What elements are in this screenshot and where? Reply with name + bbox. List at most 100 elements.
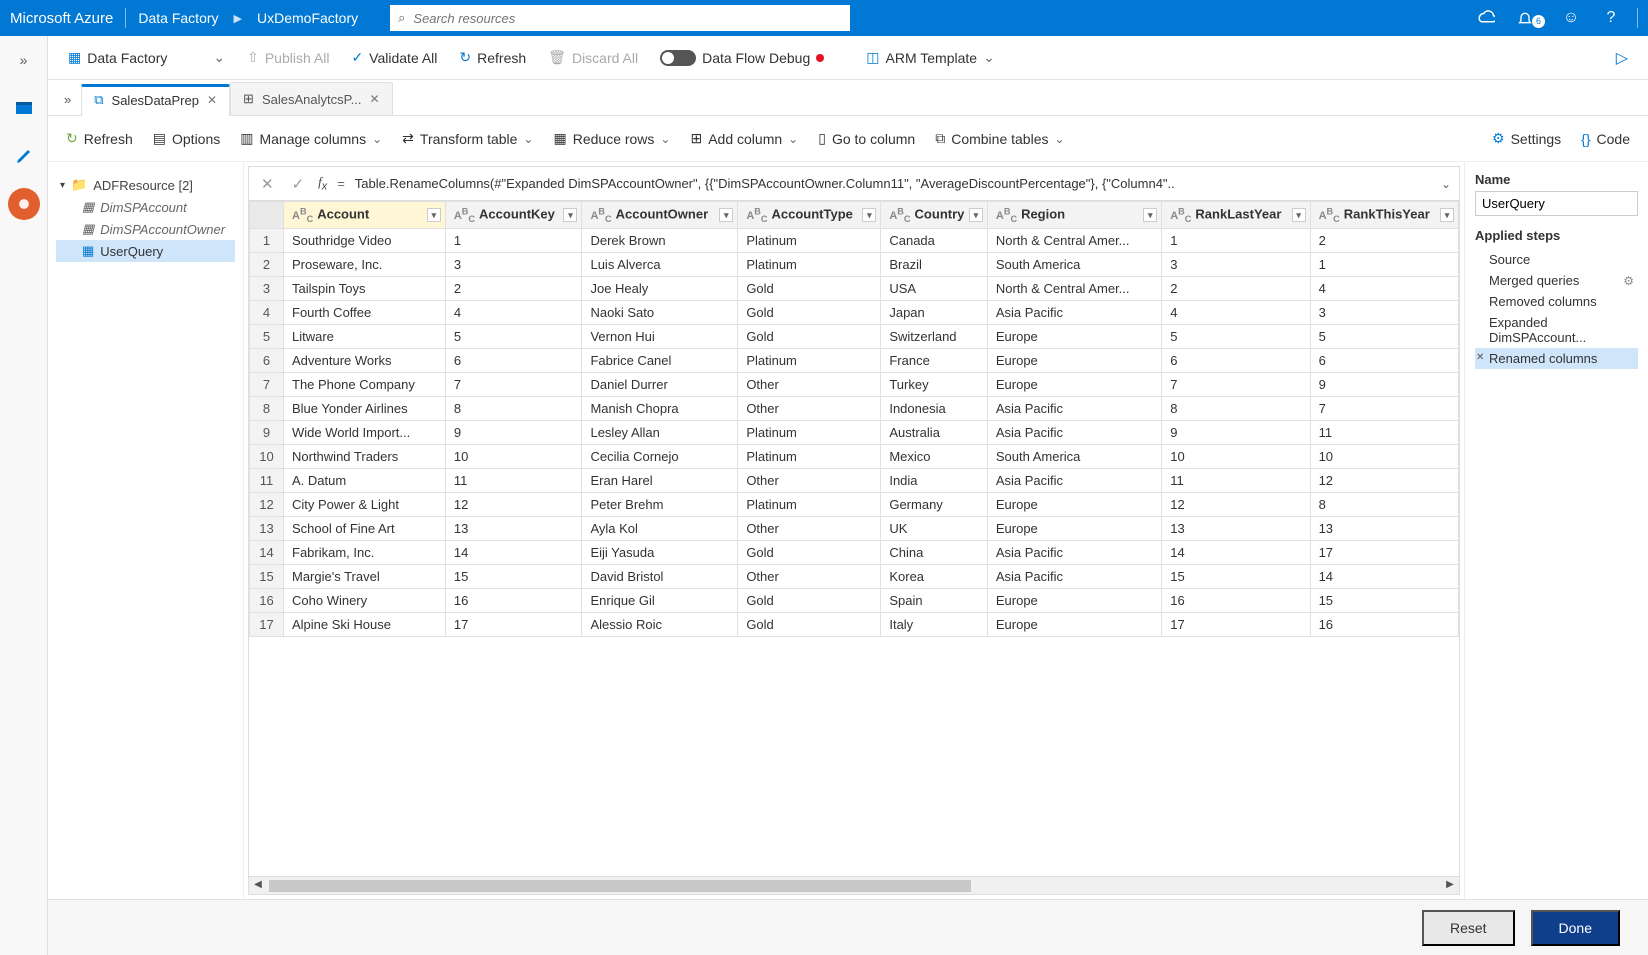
table-row[interactable]: 17Alpine Ski House17Alessio RoicGoldItal… (250, 612, 1459, 636)
cell[interactable]: 14 (1162, 540, 1310, 564)
cell[interactable]: 8 (1162, 396, 1310, 420)
search-input[interactable] (413, 11, 842, 26)
cell[interactable]: Northwind Traders (284, 444, 446, 468)
refresh-button[interactable]: ↻ Refresh (459, 49, 526, 66)
cell[interactable]: 17 (1310, 540, 1458, 564)
cell[interactable]: Wide World Import... (284, 420, 446, 444)
cell[interactable]: 4 (1162, 300, 1310, 324)
cell[interactable]: Switzerland (881, 324, 988, 348)
column-header[interactable]: ABCAccountKey▾ (445, 202, 582, 229)
cell[interactable]: 2 (1310, 228, 1458, 252)
cell[interactable]: Asia Pacific (987, 564, 1161, 588)
cell[interactable]: 15 (1310, 588, 1458, 612)
column-header[interactable]: ABCCountry▾ (881, 202, 988, 229)
cell[interactable]: Margie's Travel (284, 564, 446, 588)
cell[interactable]: Japan (881, 300, 988, 324)
cell[interactable]: Alessio Roic (582, 612, 738, 636)
row-number[interactable]: 10 (250, 444, 284, 468)
cell[interactable]: Turkey (881, 372, 988, 396)
tabs-expand-icon[interactable]: » (58, 92, 81, 115)
cell[interactable]: The Phone Company (284, 372, 446, 396)
table-row[interactable]: 12City Power & Light12Peter BrehmPlatinu… (250, 492, 1459, 516)
cell[interactable]: Indonesia (881, 396, 988, 420)
row-number[interactable]: 8 (250, 396, 284, 420)
go-to-column-button[interactable]: ▯Go to column (818, 130, 915, 147)
cell[interactable]: Europe (987, 516, 1161, 540)
cell[interactable]: Fourth Coffee (284, 300, 446, 324)
cell[interactable]: Blue Yonder Airlines (284, 396, 446, 420)
table-row[interactable]: 2Proseware, Inc.3Luis AlvercaPlatinumBra… (250, 252, 1459, 276)
cell[interactable]: Gold (738, 588, 881, 612)
cell[interactable]: 13 (1310, 516, 1458, 540)
row-number[interactable]: 13 (250, 516, 284, 540)
expand-formula-icon[interactable]: ⌄ (1441, 177, 1451, 191)
cell[interactable]: Korea (881, 564, 988, 588)
cell[interactable]: 4 (445, 300, 582, 324)
column-header[interactable]: ABCAccountType▾ (738, 202, 881, 229)
column-header[interactable]: ABCRankLastYear▾ (1162, 202, 1310, 229)
cell[interactable]: Australia (881, 420, 988, 444)
cell[interactable]: Proseware, Inc. (284, 252, 446, 276)
table-row[interactable]: 11A. Datum11Eran HarelOtherIndiaAsia Pac… (250, 468, 1459, 492)
discard-all-button[interactable]: 🗑 Discard All (548, 49, 638, 66)
row-number[interactable]: 16 (250, 588, 284, 612)
options-button[interactable]: ▤Options (153, 130, 220, 147)
cell[interactable]: 9 (445, 420, 582, 444)
cell[interactable]: 12 (1310, 468, 1458, 492)
cell[interactable]: 15 (1162, 564, 1310, 588)
cell[interactable]: Tailspin Toys (284, 276, 446, 300)
scroll-right-icon[interactable]: ▶ (1443, 879, 1457, 893)
cell[interactable]: Manish Chopra (582, 396, 738, 420)
cell[interactable]: 16 (1162, 588, 1310, 612)
cell[interactable]: Gold (738, 276, 881, 300)
cell[interactable]: 6 (445, 348, 582, 372)
cell[interactable]: 10 (1310, 444, 1458, 468)
cell[interactable]: 3 (1162, 252, 1310, 276)
tree-item-dimspaccountowner[interactable]: ▦ DimSPAccountOwner (56, 218, 235, 240)
cell[interactable]: Joe Healy (582, 276, 738, 300)
refresh-button[interactable]: ↻Refresh (66, 130, 133, 147)
manage-columns-dropdown[interactable]: ▥Manage columns (240, 130, 382, 147)
table-row[interactable]: 8Blue Yonder Airlines8Manish ChopraOther… (250, 396, 1459, 420)
cell[interactable]: UK (881, 516, 988, 540)
help-icon[interactable]: ? (1597, 9, 1625, 27)
debug-run-button[interactable]: ▷ (1616, 48, 1628, 68)
filter-icon[interactable]: ▾ (1143, 208, 1157, 222)
cell[interactable]: 3 (445, 252, 582, 276)
filter-icon[interactable]: ▾ (427, 208, 441, 222)
cell[interactable]: 1 (445, 228, 582, 252)
cell[interactable]: Naoki Sato (582, 300, 738, 324)
cell[interactable]: North & Central Amer... (987, 276, 1161, 300)
filter-icon[interactable]: ▾ (862, 208, 876, 222)
cell[interactable]: 6 (1310, 348, 1458, 372)
cell[interactable]: South America (987, 252, 1161, 276)
expand-rail-icon[interactable]: » (8, 44, 40, 76)
cell[interactable]: 7 (1310, 396, 1458, 420)
horizontal-scrollbar[interactable]: ◀ ▶ (249, 876, 1459, 894)
filter-icon[interactable]: ▾ (969, 208, 983, 222)
cell[interactable]: 3 (1310, 300, 1458, 324)
cell[interactable]: South America (987, 444, 1161, 468)
cell[interactable]: Gold (738, 612, 881, 636)
table-row[interactable]: 1Southridge Video1Derek BrownPlatinumCan… (250, 228, 1459, 252)
cell[interactable]: 12 (1162, 492, 1310, 516)
tree-item-userquery[interactable]: ▦ UserQuery (56, 240, 235, 262)
row-number[interactable]: 7 (250, 372, 284, 396)
cell[interactable]: 11 (1310, 420, 1458, 444)
table-row[interactable]: 3Tailspin Toys2Joe HealyGoldUSANorth & C… (250, 276, 1459, 300)
add-column-dropdown[interactable]: ⊞Add column (690, 130, 798, 147)
row-number[interactable]: 14 (250, 540, 284, 564)
tab-salesanalytics[interactable]: ⊞ SalesAnalytcsP... ✕ (230, 82, 392, 115)
cell[interactable]: Other (738, 516, 881, 540)
cell[interactable]: Vernon Hui (582, 324, 738, 348)
table-row[interactable]: 4Fourth Coffee4Naoki SatoGoldJapanAsia P… (250, 300, 1459, 324)
cell[interactable]: 7 (445, 372, 582, 396)
table-row[interactable]: 7The Phone Company7Daniel DurrerOtherTur… (250, 372, 1459, 396)
row-number[interactable]: 6 (250, 348, 284, 372)
cell[interactable]: 5 (445, 324, 582, 348)
cloud-shell-icon[interactable] (1477, 9, 1505, 27)
settings-button[interactable]: ⚙Settings (1492, 130, 1561, 147)
cell[interactable]: Cecilia Cornejo (582, 444, 738, 468)
table-row[interactable]: 14Fabrikam, Inc.14Eiji YasudaGoldChinaAs… (250, 540, 1459, 564)
column-header[interactable]: ABCAccountOwner▾ (582, 202, 738, 229)
